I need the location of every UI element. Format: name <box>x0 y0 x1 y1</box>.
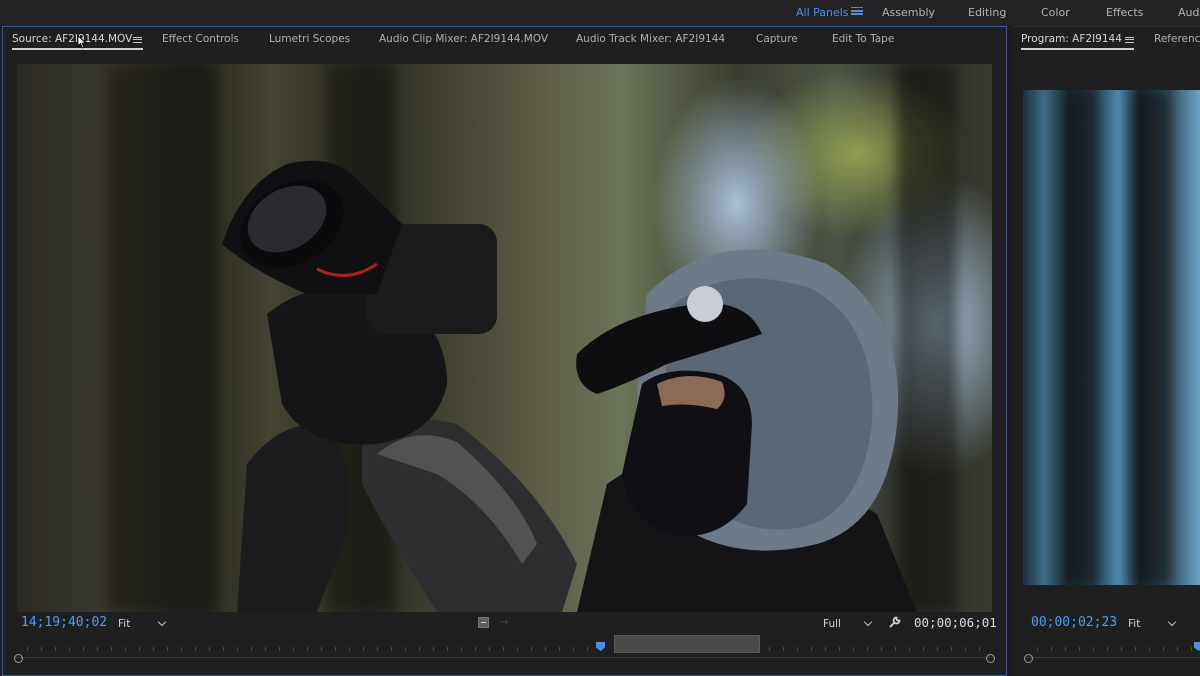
video-subject-image <box>222 160 917 612</box>
tab-reference[interactable]: Reference <box>1154 33 1200 45</box>
source-resolution-select[interactable]: Full <box>823 618 841 630</box>
mouse-cursor-icon <box>77 35 87 49</box>
timeline-ruler[interactable] <box>1037 641 1200 655</box>
chevron-down-icon[interactable] <box>863 617 873 627</box>
tab-edit-to-tape[interactable]: Edit To Tape <box>832 33 894 45</box>
chevron-down-icon[interactable] <box>157 617 167 627</box>
hamburger-menu-icon[interactable] <box>1125 35 1134 43</box>
workspace-effects[interactable]: Effects <box>1106 6 1143 19</box>
active-tab-indicator <box>1021 48 1134 50</box>
zoom-scroll-bar[interactable] <box>614 635 760 653</box>
workspace-color[interactable]: Color <box>1041 6 1070 19</box>
tab-effect-controls[interactable]: Effect Controls <box>162 33 239 45</box>
tab-program[interactable]: Program: AF2I9144 <box>1021 33 1122 45</box>
tab-source[interactable]: Source: AF2I9144.MOV <box>12 33 132 45</box>
wrench-icon[interactable] <box>888 616 901 629</box>
in-point-handle-icon[interactable] <box>14 654 23 663</box>
timeline-ruler-line <box>1025 657 1200 658</box>
workspace-all-panels[interactable]: All Panels <box>796 6 849 19</box>
disabled-arrow-icon: → <box>500 617 509 628</box>
timeline-ruler-line <box>15 657 993 658</box>
workspace-audio[interactable]: Audi <box>1178 6 1200 19</box>
timeline-ruler[interactable] <box>27 641 987 655</box>
settings-square-button[interactable] <box>478 617 489 628</box>
workspace-editing[interactable]: Editing <box>968 6 1006 19</box>
source-video-frame[interactable] <box>17 64 992 612</box>
source-monitor-panel: Source: AF2I9144.MOV Effect Controls Lum… <box>2 26 1007 676</box>
workspace-assembly[interactable]: Assembly <box>882 6 935 19</box>
program-current-timecode[interactable]: 00;00;02;23 <box>1031 615 1117 630</box>
out-point-handle-icon[interactable] <box>986 654 995 663</box>
in-point-handle-icon[interactable] <box>1024 654 1033 663</box>
tab-audio-track-mixer[interactable]: Audio Track Mixer: AF2I9144 <box>576 33 725 45</box>
tab-lumetri-scopes[interactable]: Lumetri Scopes <box>269 33 350 45</box>
source-fit-select[interactable]: Fit <box>118 618 130 630</box>
workspace-menu-icon[interactable] <box>851 5 863 17</box>
source-duration-timecode: 00;00;06;01 <box>914 615 997 630</box>
source-current-timecode[interactable]: 14;19;40;02 <box>21 615 107 630</box>
workspace-bar: All Panels Assembly Editing Color Effect… <box>0 0 1200 26</box>
program-fit-select[interactable]: Fit <box>1128 618 1140 630</box>
chevron-down-icon[interactable] <box>1167 617 1177 627</box>
program-video-frame[interactable] <box>1023 90 1200 585</box>
hamburger-menu-icon[interactable] <box>133 35 142 43</box>
tab-audio-clip-mixer[interactable]: Audio Clip Mixer: AF2I9144.MOV <box>379 33 548 45</box>
tab-capture[interactable]: Capture <box>756 33 798 45</box>
program-monitor-panel: Program: AF2I9144 Reference 00;00;02;23 … <box>1013 26 1200 676</box>
